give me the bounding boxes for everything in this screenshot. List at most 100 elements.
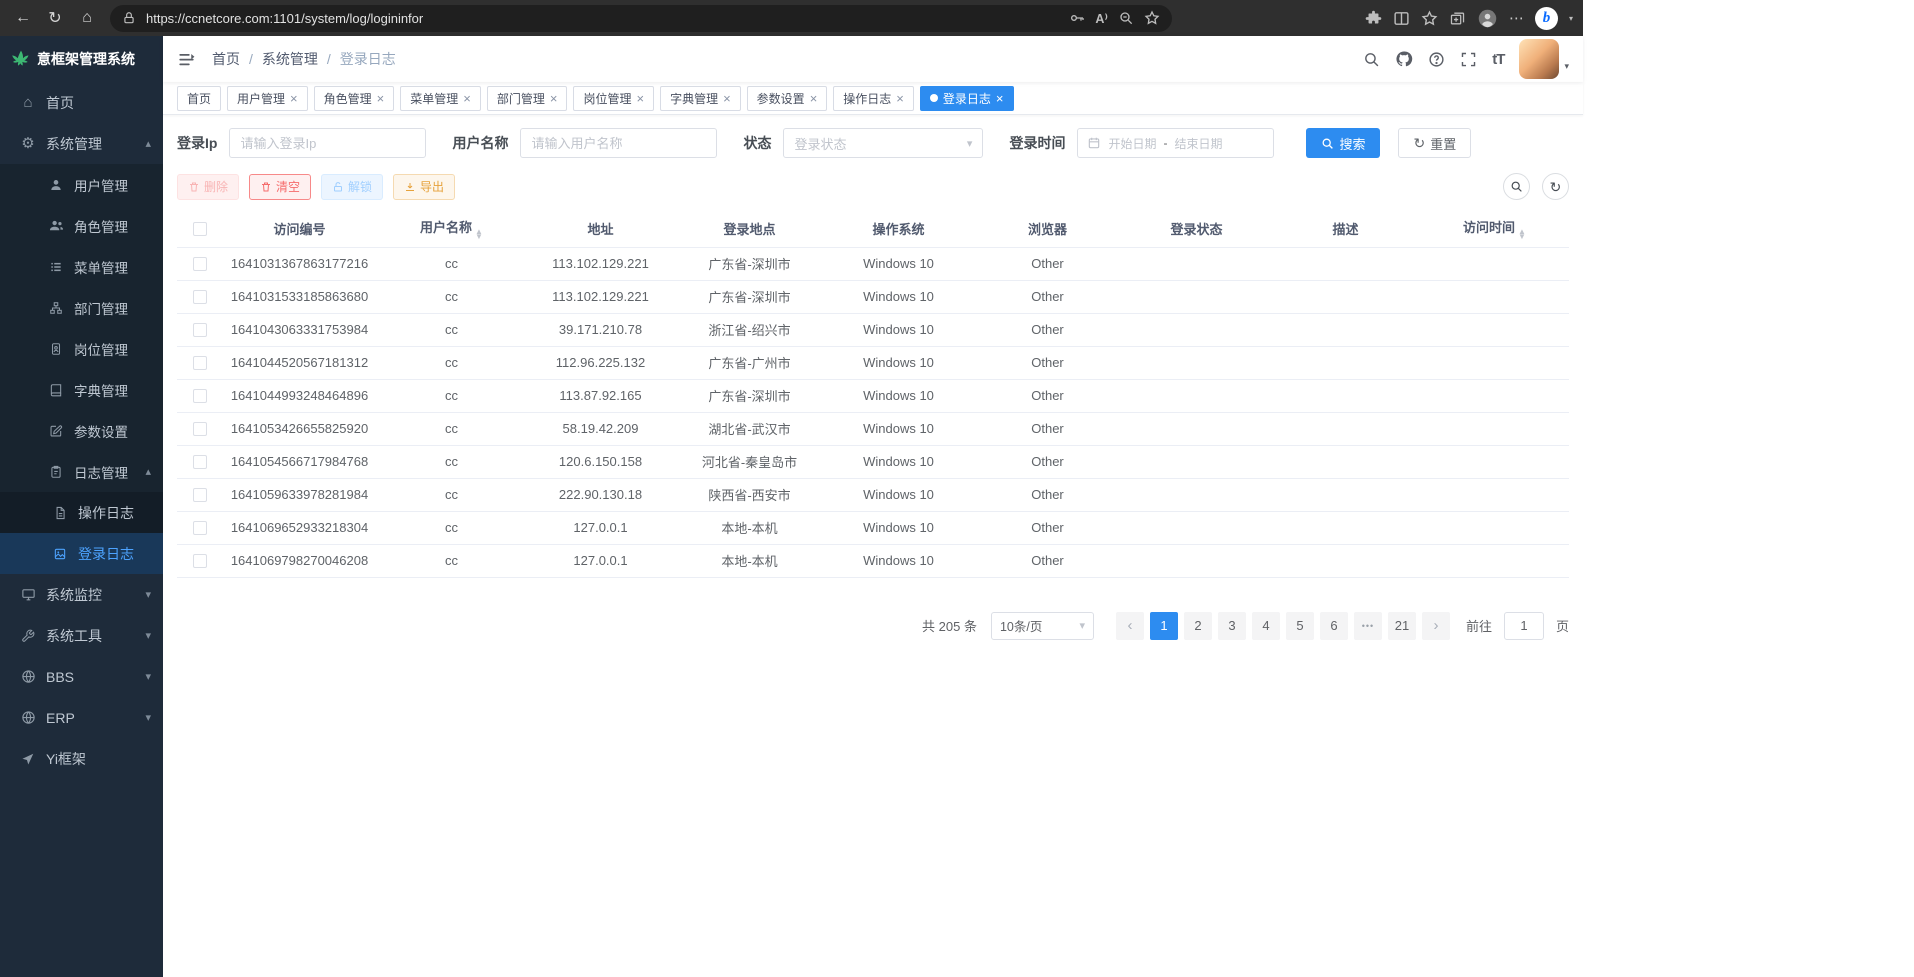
fullscreen-icon[interactable] <box>1460 51 1477 68</box>
tab-operation-log[interactable]: 操作日志× <box>833 86 914 111</box>
split-screen-icon[interactable] <box>1393 10 1410 27</box>
clear-button[interactable]: 清空 <box>249 174 311 200</box>
page-button-1[interactable]: 1 <box>1150 612 1178 640</box>
table-row[interactable]: 1641044520567181312 cc 112.96.225.132 广东… <box>177 346 1569 379</box>
user-avatar[interactable] <box>1519 39 1559 79</box>
row-checkbox[interactable] <box>193 554 207 568</box>
table-row[interactable]: 1641069652933218304 cc 127.0.0.1 本地-本机 W… <box>177 511 1569 544</box>
tab-dictionary-management[interactable]: 字典管理× <box>660 86 741 111</box>
browser-home-button[interactable]: ⌂ <box>72 3 102 33</box>
table-row[interactable]: 1641054566717984768 cc 120.6.150.158 河北省… <box>177 445 1569 478</box>
row-checkbox[interactable] <box>193 389 207 403</box>
tab-login-log[interactable]: 登录日志× <box>920 86 1014 111</box>
tab-home[interactable]: 首页 <box>177 86 221 111</box>
username-input[interactable] <box>520 128 717 158</box>
sidebar-item-user-management[interactable]: 用户管理 <box>0 164 163 205</box>
sidebar-item-role-management[interactable]: 角色管理 <box>0 205 163 246</box>
zoom-out-icon[interactable] <box>1118 10 1134 26</box>
help-icon[interactable] <box>1428 51 1445 68</box>
profile-avatar-icon[interactable] <box>1477 8 1498 29</box>
table-row[interactable]: 1641043063331753984 cc 39.171.210.78 浙江省… <box>177 313 1569 346</box>
sidebar-item-parameter-settings[interactable]: 参数设置 <box>0 410 163 451</box>
header-search-icon[interactable] <box>1363 51 1380 68</box>
sidebar-item-yi-framework[interactable]: Yi框架 <box>0 738 163 779</box>
add-favorite-star-icon[interactable] <box>1144 10 1160 26</box>
goto-page-input[interactable] <box>1504 612 1544 640</box>
tab-post-management[interactable]: 岗位管理× <box>573 86 654 111</box>
read-aloud-icon[interactable]: A⁾ <box>1095 11 1108 26</box>
table-row[interactable]: 1641031367863177216 cc 113.102.129.221 广… <box>177 247 1569 280</box>
breadcrumb-section[interactable]: 系统管理 <box>262 49 318 69</box>
row-checkbox[interactable] <box>193 521 207 535</box>
address-bar[interactable]: https://ccnetcore.com:1101/system/log/lo… <box>110 5 1172 32</box>
unlock-button[interactable]: 解锁 <box>321 174 383 200</box>
table-row[interactable]: 1641044993248464896 cc 113.87.92.165 广东省… <box>177 379 1569 412</box>
status-select[interactable]: 登录状态 ▾ <box>783 128 983 158</box>
tab-parameter-settings[interactable]: 参数设置× <box>747 86 828 111</box>
sidebar-item-log-management[interactable]: 日志管理 ▴ <box>0 451 163 492</box>
login-ip-input[interactable] <box>229 128 426 158</box>
chrome-caret-icon[interactable]: ▾ <box>1569 14 1573 23</box>
tab-role-management[interactable]: 角色管理× <box>314 86 395 111</box>
row-checkbox[interactable] <box>193 488 207 502</box>
close-icon[interactable]: × <box>290 92 298 105</box>
row-checkbox[interactable] <box>193 422 207 436</box>
sidebar-item-erp[interactable]: ERP ▾ <box>0 697 163 738</box>
close-icon[interactable]: × <box>377 92 385 105</box>
app-logo[interactable]: 意框架管理系统 <box>0 36 163 82</box>
avatar-caret-icon[interactable]: ▾ <box>1564 61 1569 72</box>
refresh-table-button[interactable]: ↻ <box>1542 173 1569 200</box>
select-all-checkbox[interactable] <box>193 222 207 236</box>
search-button[interactable]: 搜索 <box>1306 128 1380 158</box>
toggle-search-button[interactable] <box>1503 173 1530 200</box>
table-row[interactable]: 1641069798270046208 cc 127.0.0.1 本地-本机 W… <box>177 544 1569 577</box>
url-text[interactable]: https://ccnetcore.com:1101/system/log/lo… <box>146 11 1059 26</box>
reset-button[interactable]: ↻ 重置 <box>1398 128 1471 158</box>
sidebar-item-post-management[interactable]: 岗位管理 <box>0 328 163 369</box>
close-icon[interactable]: × <box>810 92 818 105</box>
collections-icon[interactable] <box>1449 10 1466 27</box>
favorites-icon[interactable] <box>1421 10 1438 27</box>
close-icon[interactable]: × <box>896 92 904 105</box>
row-checkbox[interactable] <box>193 356 207 370</box>
sidebar-item-department-management[interactable]: 部门管理 <box>0 287 163 328</box>
sidebar-item-bbs[interactable]: BBS ▾ <box>0 656 163 697</box>
tab-menu-management[interactable]: 菜单管理× <box>400 86 481 111</box>
close-icon[interactable]: × <box>550 92 558 105</box>
sidebar-item-home[interactable]: ⌂ 首页 <box>0 82 163 123</box>
sidebar-item-system-management[interactable]: ⚙ 系统管理 ▴ <box>0 123 163 164</box>
sidebar-item-system-monitor[interactable]: 系统监控 ▾ <box>0 574 163 615</box>
sort-icon[interactable]: ▲▼ <box>1518 229 1526 239</box>
reload-button[interactable]: ↻ <box>40 3 70 33</box>
page-button-6[interactable]: 6 <box>1320 612 1348 640</box>
sidebar-item-operation-log[interactable]: 操作日志 <box>0 492 163 533</box>
extensions-puzzle-icon[interactable] <box>1365 10 1382 27</box>
page-button-3[interactable]: 3 <box>1218 612 1246 640</box>
page-button-last[interactable]: 21 <box>1388 612 1416 640</box>
sidebar-item-login-log[interactable]: 登录日志 <box>0 533 163 574</box>
column-header-access-time[interactable]: 访问时间▲▼ <box>1420 210 1569 247</box>
sort-icon[interactable]: ▲▼ <box>475 229 483 239</box>
sidebar-toggle-icon[interactable] <box>177 50 196 69</box>
row-checkbox[interactable] <box>193 290 207 304</box>
table-row[interactable]: 1641059633978281984 cc 222.90.130.18 陕西省… <box>177 478 1569 511</box>
close-icon[interactable]: × <box>996 92 1004 105</box>
close-icon[interactable]: × <box>636 92 644 105</box>
password-key-icon[interactable] <box>1069 10 1085 26</box>
close-icon[interactable]: × <box>463 92 471 105</box>
next-page-button[interactable]: › <box>1422 612 1450 640</box>
sidebar-item-system-tools[interactable]: 系统工具 ▾ <box>0 615 163 656</box>
tab-department-management[interactable]: 部门管理× <box>487 86 568 111</box>
tab-user-management[interactable]: 用户管理× <box>227 86 308 111</box>
row-checkbox[interactable] <box>193 257 207 271</box>
copilot-bing-icon[interactable]: b <box>1535 7 1558 30</box>
row-checkbox[interactable] <box>193 455 207 469</box>
prev-page-button[interactable]: ‹ <box>1116 612 1144 640</box>
row-checkbox[interactable] <box>193 323 207 337</box>
sidebar-item-menu-management[interactable]: 菜单管理 <box>0 246 163 287</box>
delete-button[interactable]: 删除 <box>177 174 239 200</box>
page-button-5[interactable]: 5 <box>1286 612 1314 640</box>
table-row[interactable]: 1641031533185863680 cc 113.102.129.221 广… <box>177 280 1569 313</box>
page-button-2[interactable]: 2 <box>1184 612 1212 640</box>
breadcrumb-home[interactable]: 首页 <box>212 49 240 69</box>
